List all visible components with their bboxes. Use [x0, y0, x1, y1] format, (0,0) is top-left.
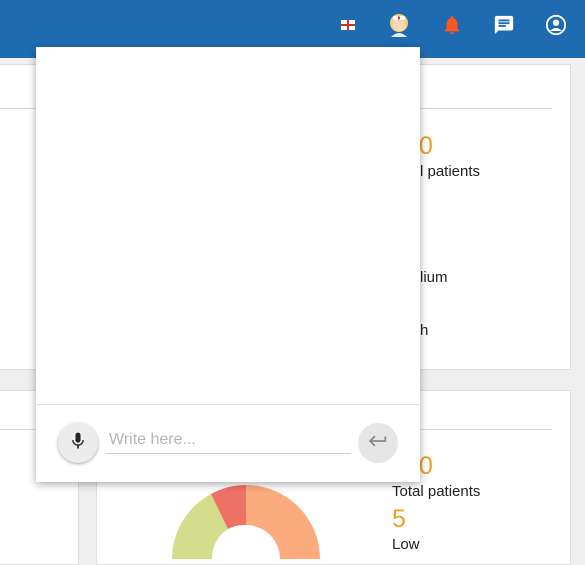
- total-patients-value: 0: [419, 452, 433, 480]
- low-risk-value: 5: [392, 505, 406, 533]
- high-risk-label: h: [420, 322, 429, 339]
- chat-popup: [36, 47, 420, 482]
- medium-risk-label: lium: [420, 269, 448, 286]
- total-patients-label: Total patients: [392, 483, 481, 500]
- enter-return-icon: [367, 430, 389, 457]
- english-flag-icon[interactable]: [335, 12, 361, 38]
- nurse-avatar-icon[interactable]: [386, 12, 412, 38]
- low-risk-label: Low: [392, 536, 420, 553]
- microphone-button[interactable]: [58, 423, 98, 463]
- risk-donut-chart: [172, 485, 320, 559]
- account-icon[interactable]: [543, 12, 569, 38]
- notification-bell-icon[interactable]: [439, 12, 465, 38]
- microphone-icon: [68, 431, 88, 456]
- chat-icon[interactable]: [491, 12, 517, 38]
- chat-input-bar: [36, 404, 420, 482]
- total-patients-value: 0: [419, 132, 433, 160]
- total-patients-label: l patients: [420, 163, 481, 180]
- message-input[interactable]: [106, 426, 351, 454]
- donut-segment-orange: [246, 485, 320, 559]
- send-button[interactable]: [358, 423, 398, 463]
